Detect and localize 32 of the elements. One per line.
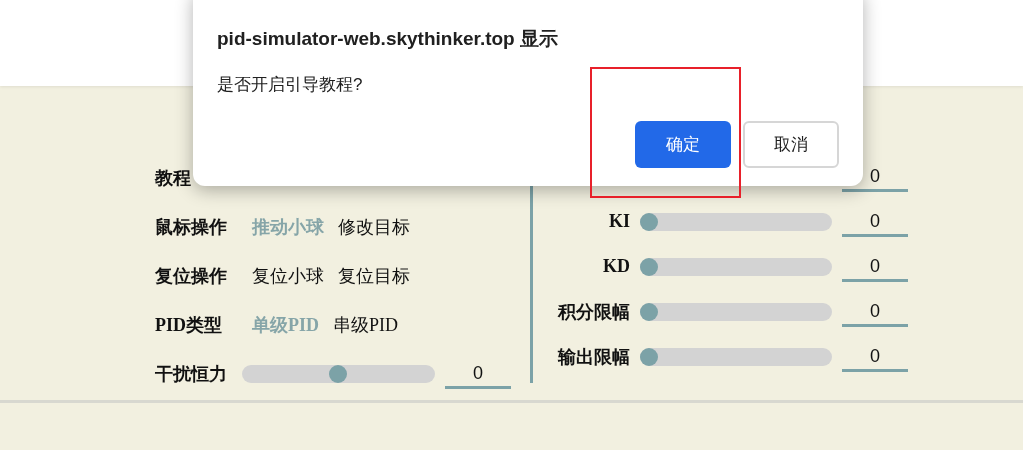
slider-track[interactable] xyxy=(640,257,832,276)
option-link[interactable]: 复位目标 xyxy=(338,263,410,288)
value-field[interactable]: 0 xyxy=(842,206,908,237)
setting-label: 教程 xyxy=(155,166,192,190)
setting-label: 复位操作 xyxy=(155,264,228,288)
gain-label: 输出限幅 xyxy=(556,345,630,369)
slider-thumb[interactable] xyxy=(640,302,658,321)
setting-label: 干扰恒力 xyxy=(155,362,228,386)
setting-label: 鼠标操作 xyxy=(155,215,228,239)
option-link[interactable]: 复位小球 xyxy=(252,263,324,288)
value-field[interactable]: 0 xyxy=(445,358,511,389)
dialog-title: pid-simulator-web.skythinker.top 显示 xyxy=(217,27,559,51)
slider-track[interactable] xyxy=(640,347,832,366)
slider-track[interactable] xyxy=(640,212,832,231)
gain-label: 积分限幅 xyxy=(556,300,630,324)
value-field[interactable]: 0 xyxy=(842,251,908,282)
slider-track[interactable] xyxy=(640,302,832,321)
confirm-button[interactable]: 确定 xyxy=(635,121,731,168)
value-field[interactable]: 0 xyxy=(842,341,908,372)
slider-thumb[interactable] xyxy=(329,364,348,383)
setting-label: PID类型 xyxy=(155,313,223,337)
option-link[interactable]: 串级PID xyxy=(333,312,398,337)
slider-thumb[interactable] xyxy=(640,347,658,366)
value-field[interactable]: 0 xyxy=(842,296,908,327)
slider-thumb[interactable] xyxy=(640,212,658,231)
dialog-message: 是否开启引导教程? xyxy=(217,74,364,96)
slider-track[interactable] xyxy=(241,364,435,383)
gain-label: KI xyxy=(608,211,630,232)
slider-thumb[interactable] xyxy=(640,257,658,276)
option-link[interactable]: 修改目标 xyxy=(338,214,410,239)
gain-label: KD xyxy=(602,256,630,277)
cancel-button[interactable]: 取消 xyxy=(743,121,839,168)
